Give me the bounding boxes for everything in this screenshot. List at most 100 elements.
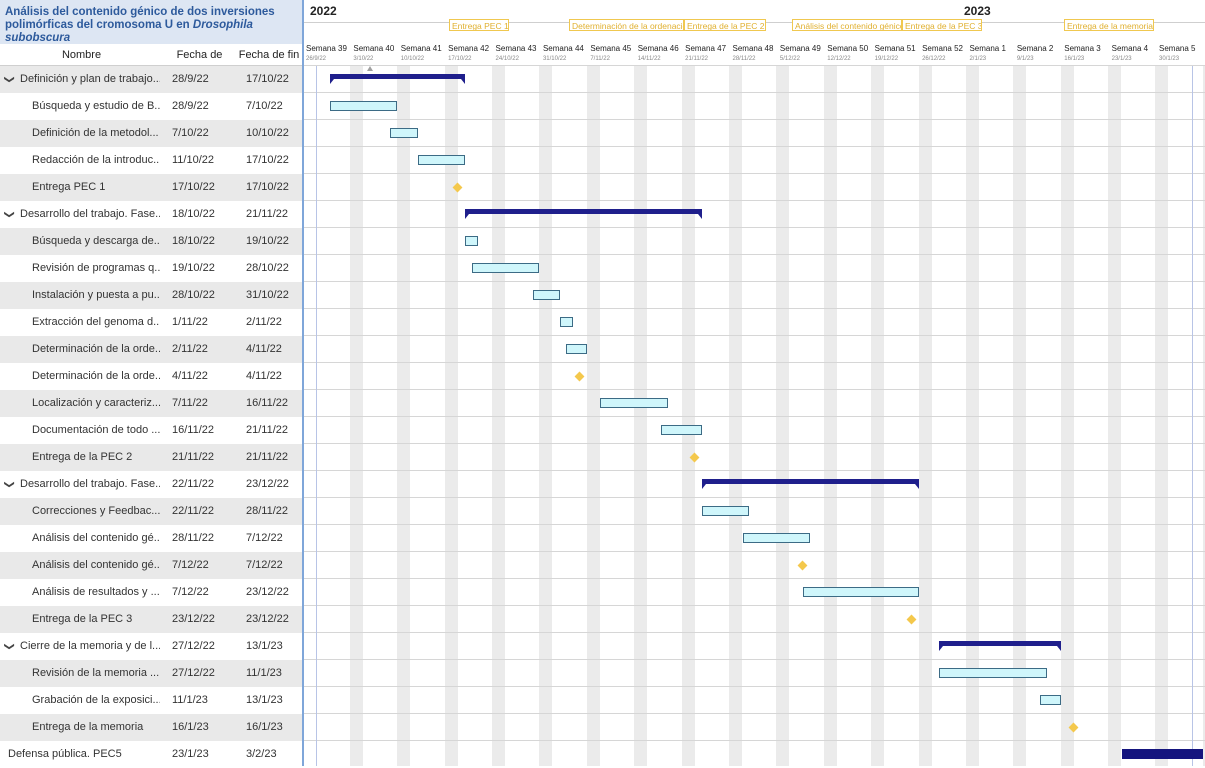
row-gridline (304, 146, 1205, 147)
task-start-date: 23/12/22 (172, 613, 215, 625)
column-header-end[interactable]: Fecha de fin (236, 44, 302, 66)
milestone-tag[interactable]: Entrega de la PEC 2 (684, 19, 766, 31)
task-bar[interactable] (471, 263, 540, 273)
task-bar[interactable] (701, 506, 750, 516)
task-bar[interactable] (329, 101, 398, 111)
table-row[interactable]: Determinación de la orde... 4/11/22 4/11/2… (0, 363, 302, 390)
task-bar[interactable] (742, 533, 811, 543)
task-start-date: 18/10/22 (172, 235, 215, 247)
summary-bar[interactable] (464, 209, 702, 219)
week-label: Semana 51 (874, 44, 916, 53)
week-date: 3/10/22 (353, 56, 374, 62)
table-row[interactable]: ❯ Desarrollo del trabajo. Fase... 18/10/22… (0, 201, 302, 228)
row-gridline (304, 281, 1205, 282)
summary-bar[interactable] (329, 74, 466, 84)
table-row[interactable]: Búsqueda y estudio de B... 28/9/22 7/10/22 (0, 93, 302, 120)
table-row[interactable]: ❯ Definición y plan de trabajo... 28/9/22 1… (0, 66, 302, 93)
week-date: 9/1/23 (1016, 56, 1034, 62)
task-bar[interactable] (661, 425, 702, 435)
row-gridline (304, 443, 1205, 444)
table-row[interactable]: Análisis del contenido gé... 7/12/22 7/12/… (0, 552, 302, 579)
task-bar[interactable] (1121, 749, 1203, 759)
table-row[interactable]: ❯ Desarrollo del trabajo. Fase... 22/11/22… (0, 471, 302, 498)
milestone-tag[interactable]: Entrega de la memoria (1064, 19, 1154, 31)
table-row[interactable]: Determinación de la orde... 2/11/22 4/11/2… (0, 336, 302, 363)
task-end-date: 17/10/22 (246, 181, 289, 193)
week-date: 31/10/22 (542, 56, 567, 62)
column-header-start[interactable]: Fecha de inicio (163, 44, 236, 83)
table-row[interactable]: Entrega de la PEC 2 21/11/22 21/11/22 (0, 444, 302, 471)
milestone-tag[interactable]: Determinación de la ordenación (569, 19, 684, 31)
task-name: Revisión de la memoria ... (32, 667, 160, 679)
task-bar[interactable] (803, 587, 919, 597)
task-end-date: 4/11/22 (246, 370, 282, 382)
milestone-diamond-icon[interactable] (574, 371, 585, 382)
task-start-date: 2/11/22 (172, 343, 208, 355)
task-name: Extracción del genoma d... (32, 316, 160, 328)
table-row[interactable]: Definición de la metodol... 7/10/22 10/10/… (0, 120, 302, 147)
table-row[interactable]: Correcciones y Feedbac... 22/11/22 28/11/2… (0, 498, 302, 525)
task-name: Revisión de programas q... (32, 262, 160, 274)
week-label: Semana 45 (590, 44, 632, 53)
milestone-diamond-icon[interactable] (797, 560, 808, 571)
task-end-date: 10/10/22 (246, 127, 289, 139)
task-bar[interactable] (600, 398, 669, 408)
task-name: Determinación de la orde... (32, 343, 160, 355)
summary-bar[interactable] (938, 641, 1061, 651)
task-end-date: 19/10/22 (246, 235, 289, 247)
task-bar[interactable] (1040, 695, 1061, 705)
column-header-name[interactable]: Nombre (0, 44, 163, 66)
task-bar[interactable] (566, 344, 587, 354)
task-name: Cierre de la memoria y de l... (20, 640, 160, 652)
task-name: Análisis de resultados y ... (32, 586, 160, 598)
table-row[interactable]: Entrega de la PEC 3 23/12/22 23/12/22 (0, 606, 302, 633)
project-boundary-line (316, 66, 317, 766)
task-bar[interactable] (532, 290, 560, 300)
milestone-tag[interactable]: Entrega de la PEC 3 (902, 19, 982, 31)
task-end-date: 16/1/23 (246, 721, 283, 733)
milestone-diamond-icon[interactable] (906, 614, 917, 625)
table-row[interactable]: Defensa pública. PEC5 23/1/23 3/2/23 (0, 741, 302, 768)
table-row[interactable]: Extracción del genoma d... 1/11/22 2/11/22 (0, 309, 302, 336)
row-gridline (304, 578, 1205, 579)
row-gridline (304, 632, 1205, 633)
week-label: Semana 4 (1111, 44, 1149, 53)
table-row[interactable]: Grabación de la exposici... 11/1/23 13/1/2… (0, 687, 302, 714)
task-end-date: 11/1/23 (246, 667, 282, 679)
task-start-date: 28/9/22 (172, 73, 209, 85)
task-bar[interactable] (417, 155, 465, 165)
week-label: Semana 44 (542, 44, 584, 53)
task-end-date: 4/11/22 (246, 343, 282, 355)
task-start-date: 7/11/22 (172, 397, 208, 409)
week-date: 10/10/22 (400, 56, 425, 62)
task-start-date: 17/10/22 (172, 181, 215, 193)
table-row[interactable]: Análisis del contenido gé... 28/11/22 7/12… (0, 525, 302, 552)
task-start-date: 1/11/22 (172, 316, 208, 328)
table-row[interactable]: Entrega de la memoria 16/1/23 16/1/23 (0, 714, 302, 741)
week-label: Semana 3 (1064, 44, 1101, 53)
table-row[interactable]: Redacción de la introduc... 11/10/22 17/10… (0, 147, 302, 174)
table-row[interactable]: Búsqueda y descarga de... 18/10/22 19/10/2… (0, 228, 302, 255)
task-bar[interactable] (390, 128, 418, 138)
week-label: Semana 47 (685, 44, 727, 53)
table-row[interactable]: Análisis de resultados y ... 7/12/22 23/12… (0, 579, 302, 606)
table-row[interactable]: Localización y caracteriz... 7/11/22 16/11… (0, 390, 302, 417)
task-bar[interactable] (938, 668, 1048, 678)
task-bar[interactable] (464, 236, 479, 246)
task-start-date: 21/11/22 (172, 451, 215, 463)
week-label: Semana 5 (1159, 44, 1196, 53)
week-date: 23/1/23 (1111, 56, 1132, 62)
table-row[interactable]: Instalación y puesta a pu... 28/10/22 31/1… (0, 282, 302, 309)
task-bar[interactable] (559, 317, 574, 327)
table-row[interactable]: Entrega PEC 1 17/10/22 17/10/22 (0, 174, 302, 201)
milestone-tag[interactable]: Análisis del contenido génico (792, 19, 902, 31)
table-row[interactable]: Documentación de todo ... 16/11/22 21/11/2… (0, 417, 302, 444)
task-name: Análisis del contenido gé... (32, 559, 160, 571)
table-row[interactable]: Revisión de programas q... 19/10/22 28/10/… (0, 255, 302, 282)
milestone-tag[interactable]: Entrega PEC 1 (449, 19, 509, 31)
week-date: 16/1/23 (1064, 56, 1085, 62)
task-name: Grabación de la exposici... (32, 694, 160, 706)
table-row[interactable]: Revisión de la memoria ... 27/12/22 11/1/2… (0, 660, 302, 687)
summary-bar[interactable] (701, 479, 919, 489)
table-row[interactable]: ❯ Cierre de la memoria y de l... 27/12/22 1… (0, 633, 302, 660)
